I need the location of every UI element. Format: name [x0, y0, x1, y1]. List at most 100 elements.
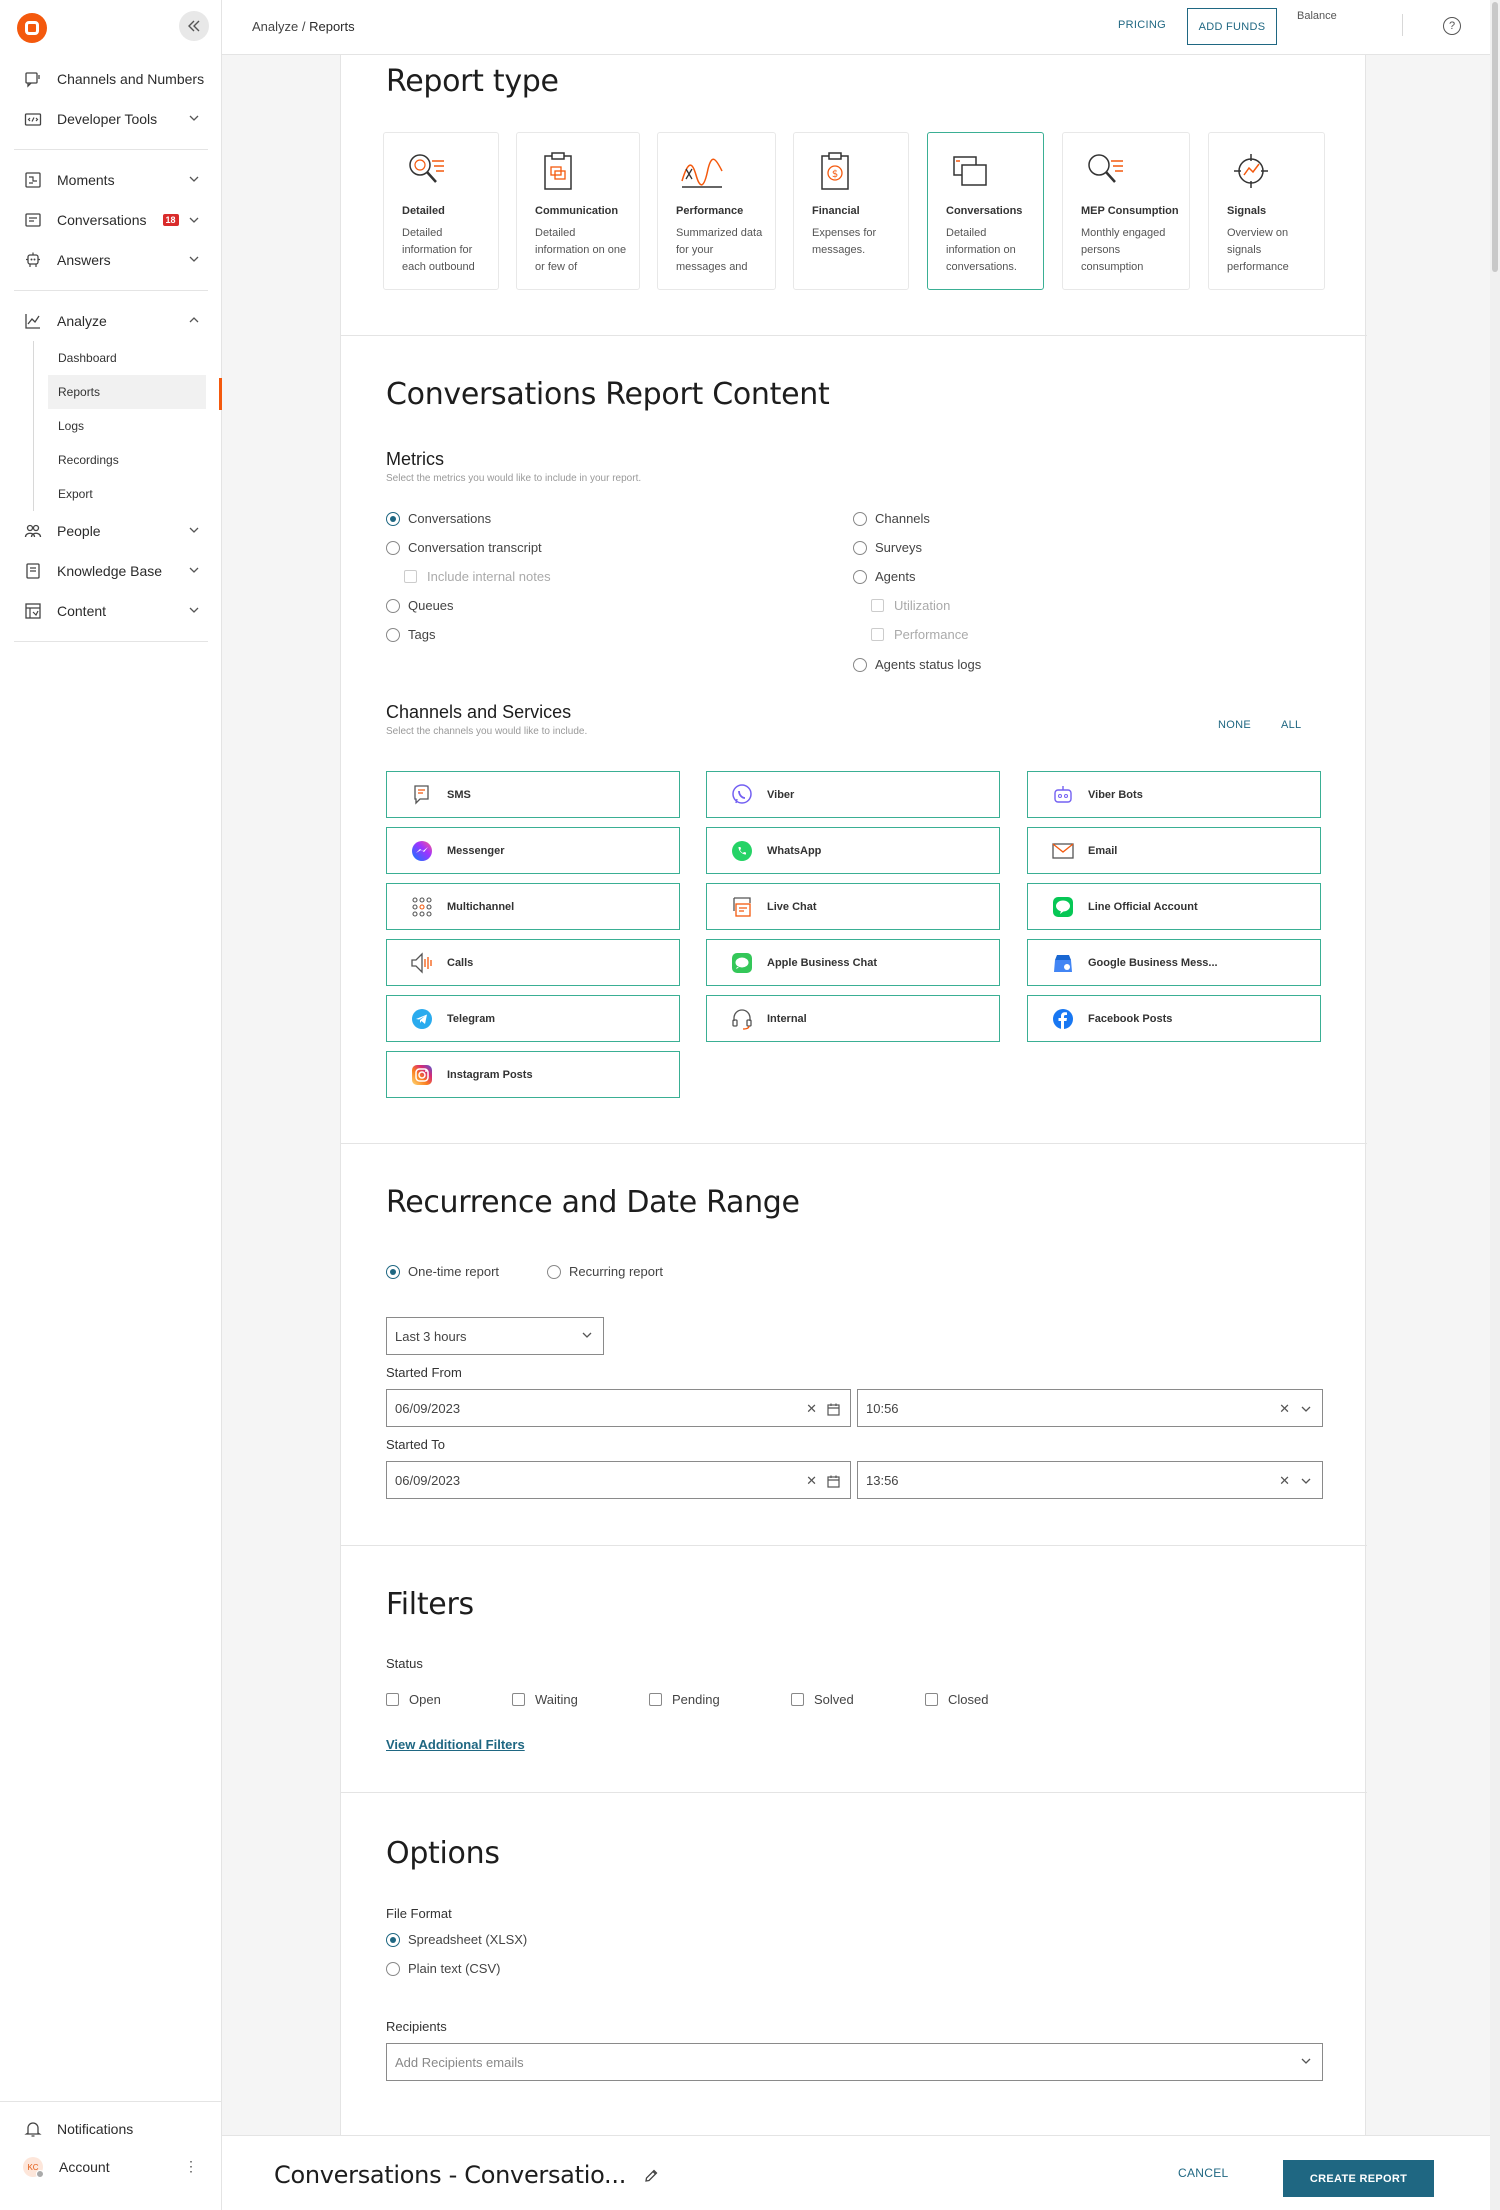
clipboard-icon [544, 152, 572, 190]
metric-surveys[interactable]: Surveys [853, 540, 922, 555]
channel-instagram-posts[interactable]: Instagram Posts [386, 1051, 680, 1098]
cancel-button[interactable]: CANCEL [1178, 2166, 1228, 2180]
status-open-checkbox[interactable]: Open [386, 1692, 441, 1707]
status-waiting-checkbox[interactable]: Waiting [512, 1692, 578, 1707]
sidebar-item-content[interactable]: Content [0, 591, 222, 631]
page-scrollbar[interactable] [1490, 0, 1500, 2210]
date-range-select[interactable]: Last 3 hours [386, 1317, 604, 1355]
status-solved-checkbox[interactable]: Solved [791, 1692, 854, 1707]
calendar-icon[interactable] [827, 1403, 840, 1416]
select-none-button[interactable]: NONE [1218, 719, 1251, 731]
recipients-input[interactable]: Add Recipients emails [386, 2043, 1323, 2081]
one-time-report-radio[interactable]: One-time report [386, 1264, 499, 1279]
chevron-down-icon[interactable] [1300, 1475, 1312, 1487]
report-type-financial[interactable]: $ Financial Expenses for messages. [793, 132, 909, 290]
viber-bots-icon [1050, 782, 1076, 808]
report-type-communication[interactable]: Communication Detailed information on on… [516, 132, 640, 290]
status-closed-checkbox[interactable]: Closed [925, 1692, 988, 1707]
sidebar-item-answers[interactable]: Answers [0, 240, 222, 280]
channel-calls[interactable]: Calls [386, 939, 680, 986]
channel-email[interactable]: Email [1027, 827, 1321, 874]
status-pending-checkbox[interactable]: Pending [649, 1692, 720, 1707]
report-content-section: Conversations Report Content Metrics Sel… [341, 336, 1367, 1144]
channel-sms[interactable]: SMS [386, 771, 680, 818]
channel-messenger[interactable]: Messenger [386, 827, 680, 874]
add-funds-button[interactable]: ADD FUNDS [1187, 8, 1277, 45]
clear-icon[interactable]: ✕ [1279, 1401, 1290, 1417]
recurring-report-radio[interactable]: Recurring report [547, 1264, 663, 1279]
metric-channels[interactable]: Channels [853, 511, 930, 526]
chevron-up-icon [189, 317, 199, 323]
more-vertical-icon[interactable]: ⋮ [184, 2158, 198, 2175]
create-report-button[interactable]: CREATE REPORT [1283, 2160, 1434, 2197]
metric-performance[interactable]: Performance [871, 627, 968, 642]
clear-icon[interactable]: ✕ [1279, 1473, 1290, 1489]
started-from-date-input[interactable]: 06/09/2023 ✕ [386, 1389, 851, 1427]
sidebar-sub-dashboard[interactable]: Dashboard [0, 341, 222, 375]
metric-queues[interactable]: Queues [386, 598, 454, 613]
brand-logo[interactable] [17, 13, 47, 43]
clear-icon[interactable]: ✕ [806, 1401, 817, 1417]
channel-viber-bots[interactable]: Viber Bots [1027, 771, 1321, 818]
channel-telegram[interactable]: Telegram [386, 995, 680, 1042]
started-from-time-input[interactable]: 10:56 ✕ [857, 1389, 1323, 1427]
recipients-label: Recipients [386, 2019, 447, 2034]
collapse-sidebar-button[interactable] [179, 11, 209, 41]
format-csv-radio[interactable]: Plain text (CSV) [386, 1961, 500, 1976]
channel-facebook-posts[interactable]: Facebook Posts [1027, 995, 1321, 1042]
report-type-detailed[interactable]: Detailed Detailed information for each o… [383, 132, 499, 290]
breadcrumb-analyze[interactable]: Analyze [252, 19, 298, 34]
report-type-signals[interactable]: Signals Overview on signals performance [1208, 132, 1325, 290]
report-type-conversations[interactable]: Conversations Detailed information on co… [927, 132, 1044, 290]
sidebar-sub-recordings[interactable]: Recordings [0, 443, 222, 477]
metric-conversation-transcript[interactable]: Conversation transcript [386, 540, 542, 555]
line-icon [1050, 894, 1076, 920]
metrics-hint: Select the metrics you would like to inc… [386, 473, 642, 484]
started-to-time-input[interactable]: 13:56 ✕ [857, 1461, 1323, 1499]
view-additional-filters-link[interactable]: View Additional Filters [386, 1737, 525, 1752]
pricing-link[interactable]: PRICING [1118, 19, 1166, 31]
sidebar-item-channels[interactable]: Channels and Numbers [0, 59, 222, 99]
report-type-mep-consumption[interactable]: MEP Consumption Monthly engaged persons … [1062, 132, 1190, 290]
sidebar-item-developer-tools[interactable]: Developer Tools [0, 99, 222, 139]
metric-utilization[interactable]: Utilization [871, 598, 950, 613]
sidebar-item-people[interactable]: People [0, 511, 222, 551]
clear-icon[interactable]: ✕ [806, 1473, 817, 1489]
channels-hint: Select the channels you would like to in… [386, 726, 588, 737]
report-type-performance[interactable]: Performance Summarized data for your mes… [657, 132, 776, 290]
channel-apple-business-chat[interactable]: Apple Business Chat [706, 939, 1000, 986]
edit-pencil-icon[interactable] [643, 2168, 659, 2184]
sidebar-item-label: Analyze [57, 313, 107, 329]
channel-viber[interactable]: Viber [706, 771, 1000, 818]
started-to-date-input[interactable]: 06/09/2023 ✕ [386, 1461, 851, 1499]
sidebar-item-moments[interactable]: Moments [0, 160, 222, 200]
sidebar-item-knowledge-base[interactable]: Knowledge Base [0, 551, 222, 591]
channel-whatsapp[interactable]: WhatsApp [706, 827, 1000, 874]
help-icon[interactable]: ? [1443, 17, 1461, 35]
format-xlsx-radio[interactable]: Spreadsheet (XLSX) [386, 1932, 527, 1947]
channel-internal[interactable]: Internal [706, 995, 1000, 1042]
sidebar-sub-logs[interactable]: Logs [0, 409, 222, 443]
sidebar-item-notifications[interactable]: Notifications [0, 2111, 222, 2147]
channel-live-chat[interactable]: Live Chat [706, 883, 1000, 930]
sidebar-sub-reports[interactable]: Reports [48, 375, 206, 409]
google-business-icon [1050, 950, 1076, 976]
chevron-down-icon[interactable] [1300, 1403, 1312, 1415]
metric-agents-status-logs[interactable]: Agents status logs [853, 657, 981, 672]
sidebar-item-account[interactable]: KC Account ⋮ [0, 2147, 222, 2187]
metric-agents[interactable]: Agents [853, 569, 915, 584]
metric-conversations[interactable]: Conversations [386, 511, 491, 526]
calendar-icon[interactable] [827, 1475, 840, 1488]
channel-multichannel[interactable]: Multichannel [386, 883, 680, 930]
sidebar-item-conversations[interactable]: Conversations 18 [0, 200, 222, 240]
recurrence-title: Recurrence and Date Range [386, 1185, 800, 1220]
metric-tags[interactable]: Tags [386, 627, 435, 642]
sidebar-sub-export[interactable]: Export [0, 477, 222, 511]
channel-line-official-account[interactable]: Line Official Account [1027, 883, 1321, 930]
metric-include-internal-notes[interactable]: Include internal notes [404, 569, 551, 584]
financial-clipboard-icon: $ [821, 152, 849, 190]
channel-google-business-messages[interactable]: Google Business Mess... [1027, 939, 1321, 986]
breadcrumb: Analyze / Reports [252, 19, 355, 34]
sidebar-item-analyze[interactable]: Analyze [0, 301, 222, 341]
select-all-button[interactable]: ALL [1281, 719, 1301, 731]
